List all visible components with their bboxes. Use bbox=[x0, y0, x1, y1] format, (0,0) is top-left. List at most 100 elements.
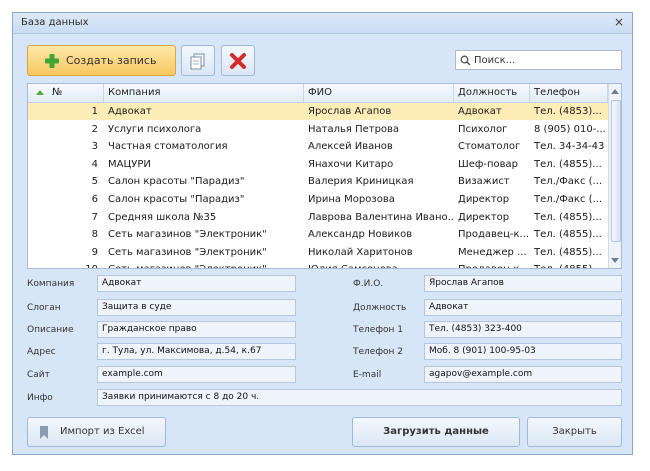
field-value[interactable]: Тел. (4853) 323-400 bbox=[424, 321, 622, 338]
window-title: База данных bbox=[21, 17, 89, 28]
table-row[interactable]: 10Сеть магазинов "Электроник"Юлия Самсон… bbox=[28, 261, 608, 268]
field-label: Слоган bbox=[27, 303, 61, 313]
create-record-label: Создать запись bbox=[66, 54, 157, 67]
cell-position: Адвокат bbox=[458, 106, 502, 117]
copy-icon bbox=[190, 53, 205, 70]
cell-name: Александр Новиков bbox=[308, 229, 413, 241]
cell-company: Салон красоты "Парадиз" bbox=[108, 194, 245, 205]
import-excel-button[interactable]: Импорт из Excel bbox=[27, 417, 166, 447]
cell-company: Средняя школа №35 bbox=[108, 211, 217, 223]
cell-company: Сеть магазинов "Электроник" bbox=[108, 246, 267, 258]
cell-number: 8 bbox=[91, 229, 98, 241]
cell-phone: Тел./Факс (... bbox=[534, 176, 603, 188]
close-window-icon[interactable]: × bbox=[612, 15, 626, 29]
table-row[interactable]: 8 Сеть магазинов "Электроник" Александр Но… bbox=[28, 226, 608, 243]
cell-company: МАЦУРИ bbox=[108, 158, 151, 170]
load-data-label: Загрузить данные bbox=[383, 426, 489, 437]
table-row[interactable]: 6 Салон красоты "Парадиз" Ирина Морозова Ди… bbox=[28, 191, 608, 208]
field-value[interactable]: Гражданское право bbox=[97, 321, 296, 338]
title-bar: База данных × bbox=[13, 13, 632, 34]
scroll-down-icon[interactable] bbox=[611, 258, 619, 263]
cell-name: Янахочи Китаро bbox=[308, 158, 394, 170]
cell-number: 7 bbox=[91, 211, 98, 223]
field-value[interactable]: agapov@example.com bbox=[424, 366, 622, 383]
field-label: Адрес bbox=[27, 347, 56, 357]
search-box[interactable] bbox=[455, 50, 622, 70]
cell-name: Алексей Иванов bbox=[308, 141, 393, 153]
column-header-number[interactable]: № bbox=[28, 84, 104, 102]
cell-number: 1 bbox=[91, 106, 98, 117]
cell-name: Наталья Петрова bbox=[308, 123, 400, 135]
field-label: E-mail bbox=[353, 370, 382, 380]
column-header-company[interactable]: Компания bbox=[104, 84, 304, 102]
column-header-number-label: № bbox=[52, 87, 63, 98]
field-value[interactable]: г. Тула, ул. Максимова, д.54, к.67 bbox=[97, 343, 296, 360]
plus-icon bbox=[45, 54, 59, 68]
field-value[interactable]: Ярослав Агапов bbox=[424, 275, 622, 292]
table-row[interactable]: 2 Услуги психолога Наталья Петрова Психолог… bbox=[28, 121, 608, 138]
cell-phone: Тел. 34-34-43 bbox=[534, 141, 605, 153]
field-value[interactable]: Адвокат bbox=[97, 275, 296, 292]
info-value[interactable]: Заявки принимаются с 8 до 20 ч. bbox=[97, 389, 622, 406]
cell-phone: Тел. (4855)... bbox=[534, 229, 602, 241]
scrollbar-thumb[interactable] bbox=[611, 100, 621, 242]
cell-position: Продавец-к... bbox=[458, 229, 530, 241]
field-value[interactable]: Защита в суде bbox=[97, 299, 296, 316]
cell-position: Психолог bbox=[458, 123, 508, 135]
cell-phone: Тел. (4855)... bbox=[534, 246, 602, 258]
field-label: Компания bbox=[27, 279, 75, 289]
records-grid: № Компания ФИО Должность Телефон 1 Адвока… bbox=[27, 83, 622, 269]
copy-record-button[interactable] bbox=[181, 45, 215, 76]
cell-company: Салон красоты "Парадиз" bbox=[108, 176, 245, 188]
import-excel-label: Импорт из Excel bbox=[60, 426, 145, 437]
cell-company: Адвокат bbox=[108, 106, 152, 117]
table-row[interactable]: 7 Средняя школа №35 Лаврова Валентина Иван… bbox=[28, 209, 608, 226]
cell-position: Менеджер ... bbox=[458, 246, 527, 258]
cell-number: 9 bbox=[91, 246, 98, 258]
cell-name: Юлия Самсонова bbox=[304, 261, 454, 268]
table-row[interactable]: 3 Частная стоматология Алексей Иванов Стома… bbox=[28, 138, 608, 155]
cell-company: Частная стоматология bbox=[108, 141, 228, 153]
field-value[interactable]: Моб. 8 (901) 100-95-03 bbox=[424, 343, 622, 360]
cell-name: Николай Харитонов bbox=[308, 246, 413, 258]
search-input[interactable] bbox=[474, 51, 619, 69]
cell-phone: Тел. (4853)... bbox=[534, 106, 602, 117]
cell-position: Продавец-к... bbox=[454, 261, 530, 268]
column-header-position[interactable]: Должность bbox=[454, 84, 530, 102]
cell-number: 3 bbox=[91, 141, 98, 153]
cell-position: Стоматолог bbox=[458, 141, 521, 153]
cell-number: 2 bbox=[91, 123, 98, 135]
field-value[interactable]: Адвокат bbox=[424, 299, 622, 316]
column-header-phone[interactable]: Телефон bbox=[530, 84, 608, 102]
field-label: Сайт bbox=[27, 370, 50, 380]
cell-number: 10 bbox=[28, 261, 104, 268]
search-icon bbox=[460, 55, 471, 66]
field-label: Ф.И.О. bbox=[353, 279, 384, 289]
cell-phone: Тел. (4855)... bbox=[534, 211, 602, 223]
cell-company: Сеть магазинов "Электроник" bbox=[108, 229, 267, 241]
load-data-button[interactable]: Загрузить данные bbox=[352, 417, 520, 447]
vertical-scrollbar[interactable] bbox=[608, 84, 621, 268]
table-row[interactable]: 1 Адвокат Ярослав Агапов Адвокат Тел. (4853)… bbox=[28, 103, 608, 120]
field-label: Описание bbox=[27, 325, 74, 335]
grid-header: № Компания ФИО Должность Телефон bbox=[28, 84, 608, 103]
scroll-up-icon[interactable] bbox=[611, 89, 619, 94]
database-window: База данных × Создать запись Поиск... № … bbox=[12, 12, 633, 455]
cell-name: Ярослав Агапов bbox=[308, 106, 392, 117]
info-label: Инфо bbox=[27, 393, 53, 403]
field-value[interactable]: example.com bbox=[97, 366, 296, 383]
cell-company: Услуги психолога bbox=[108, 123, 202, 135]
cell-number: 6 bbox=[91, 194, 98, 205]
table-row[interactable]: 4 МАЦУРИ Янахочи Китаро Шеф-повар Тел. (4855… bbox=[28, 156, 608, 173]
table-row[interactable]: 9 Сеть магазинов "Электроник" Николай Хари… bbox=[28, 244, 608, 261]
field-label: Телефон 1 bbox=[353, 325, 403, 335]
create-record-button[interactable]: Создать запись bbox=[27, 45, 176, 76]
column-header-name[interactable]: ФИО bbox=[304, 84, 454, 102]
cell-phone: Тел. (4855)... bbox=[534, 158, 602, 170]
close-button[interactable]: Закрыть bbox=[527, 417, 622, 447]
table-row[interactable]: 5 Салон красоты "Парадиз" Валерия Криницка… bbox=[28, 173, 608, 190]
cell-phone: Тел. (4855)... bbox=[530, 261, 608, 268]
cell-phone: 8 (905) 010-... bbox=[534, 123, 606, 135]
cell-position: Визажист bbox=[458, 176, 510, 188]
delete-record-button[interactable] bbox=[221, 45, 255, 76]
